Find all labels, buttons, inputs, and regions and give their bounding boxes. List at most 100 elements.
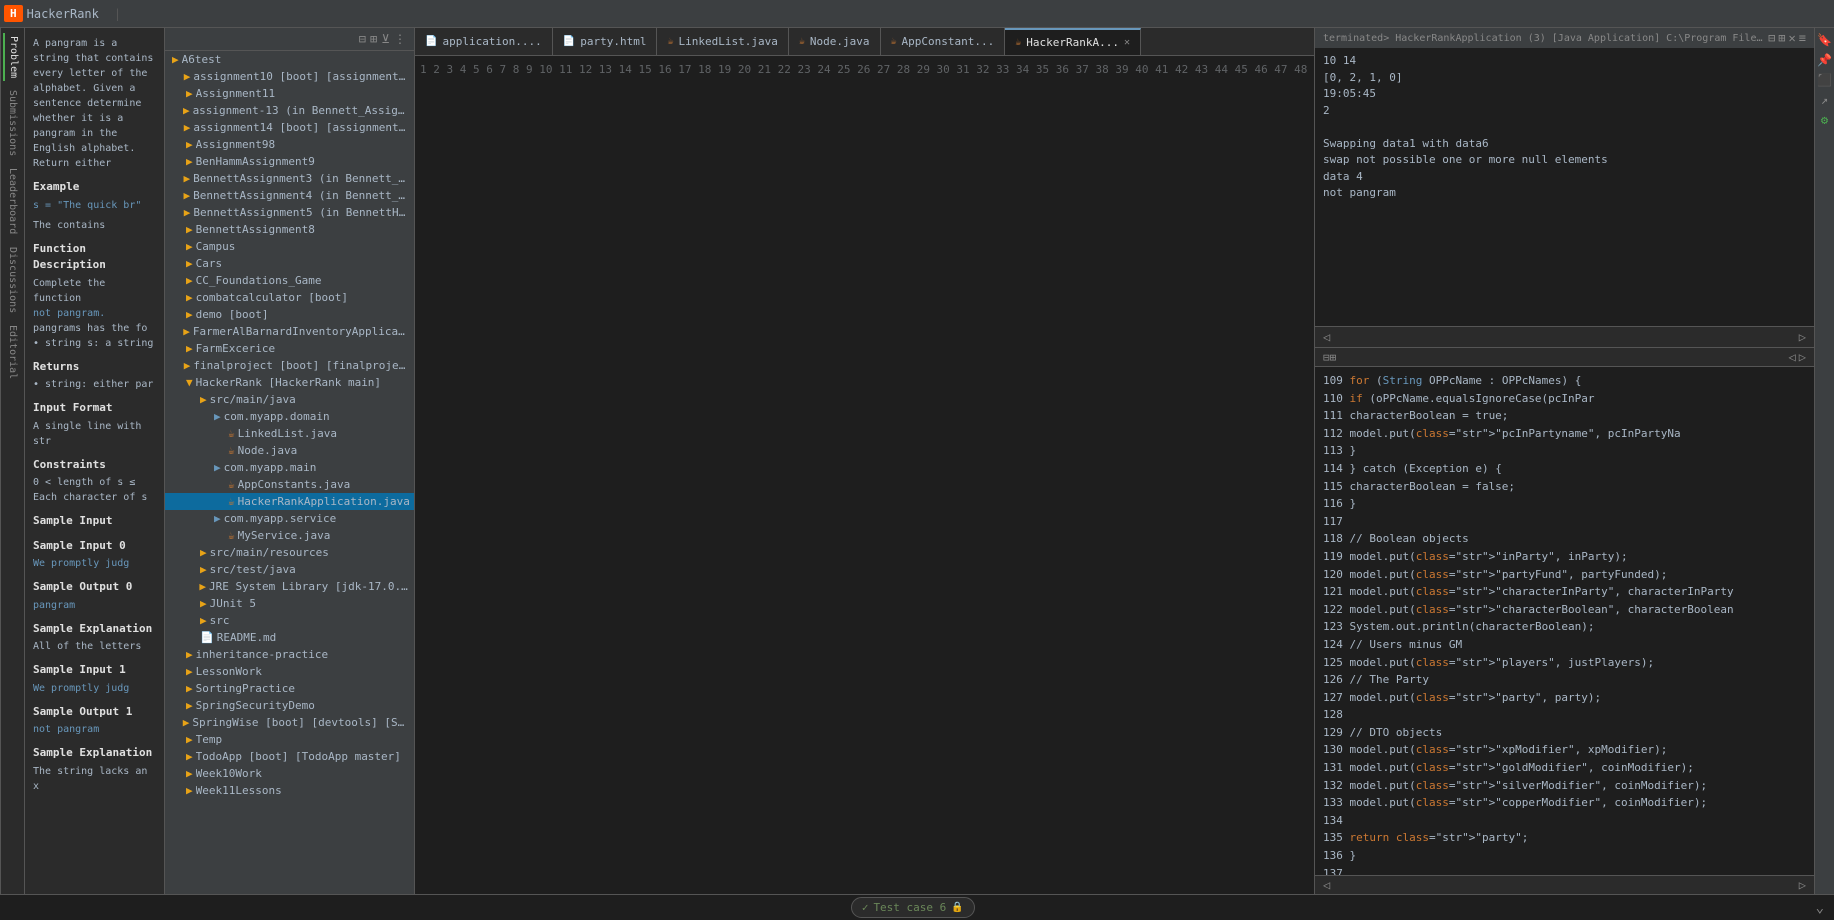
bottom-panel-footer-right[interactable]: ▷ (1799, 878, 1806, 892)
bottom-code-line: 112 model.put(class="str">"pcInPartyname… (1323, 425, 1806, 443)
tree-item[interactable]: ☕ AppConstants.java (165, 476, 414, 493)
console-maximize-icon[interactable]: ⊞ (1778, 31, 1785, 45)
bottom-code-line: 133 model.put(class="str">"copperModifie… (1323, 794, 1806, 812)
tab-linkedlist[interactable]: ☕ LinkedList.java (657, 28, 788, 55)
console-close-icon[interactable]: ✕ (1789, 31, 1796, 45)
expand-all-icon[interactable]: ⊞ (370, 32, 377, 46)
sample-input-1-val: We promptly judg (33, 681, 156, 696)
constraint1: 0 < length of s ≤ (33, 475, 156, 490)
bottom-code-line: 127 model.put(class="str">"party", party… (1323, 689, 1806, 707)
tree-item[interactable]: ▶ src/main/resources (165, 544, 414, 561)
code-bottom-content[interactable]: 109 for (String OPPcName : OPPcNames) {1… (1315, 367, 1814, 875)
tree-item[interactable]: ☕ HackerRankApplication.java (165, 493, 414, 510)
close-tab-icon[interactable]: ✕ (1124, 37, 1130, 48)
tree-item[interactable]: ▶ assignment14 [boot] [assignment14 main… (165, 119, 414, 136)
tree-item[interactable]: ▶ SpringSecurityDemo (165, 697, 414, 714)
tree-item[interactable]: ▶ BenHammAssignment9 (165, 153, 414, 170)
sample-input-label: Sample Input (33, 513, 156, 530)
tree-item[interactable]: ▶ JUnit 5 (165, 595, 414, 612)
tab-appconstants[interactable]: ☕ AppConstant... (881, 28, 1006, 55)
tree-item[interactable]: ▶ FarmExcerice (165, 340, 414, 357)
more-icon[interactable]: ⋮ (394, 32, 406, 46)
tree-item[interactable]: ▶ A6test (165, 51, 414, 68)
tree-item[interactable]: ▶ BennettAssignment3 (in Bennett_Assignm… (165, 170, 414, 187)
sidebar-item-discussions[interactable]: Discussions (4, 244, 21, 316)
tree-item[interactable]: ☕ Node.java (165, 442, 414, 459)
tree-item[interactable]: ▶ Week10Work (165, 765, 414, 782)
tree-item[interactable]: ▶ src (165, 612, 414, 629)
tree-item[interactable]: ▶ Week11Lessons (165, 782, 414, 799)
tree-item[interactable]: ▶ Temp (165, 731, 414, 748)
bottom-scroll-right[interactable]: ▷ (1799, 350, 1806, 364)
constraint2: Each character of s (33, 490, 156, 505)
sidebar-item-leaderboard[interactable]: Leaderboard (4, 165, 21, 237)
terminal-icon[interactable]: ⬛ (1817, 73, 1832, 87)
tree-item[interactable]: 📄 README.md (165, 629, 414, 646)
not-pangram: not pangram. (33, 306, 156, 321)
sample-output-label: Sample Output 0 (33, 579, 156, 596)
bottom-code-line: 122 model.put(class="str">"characterBool… (1323, 601, 1806, 619)
sidebar-item-problem[interactable]: Problem (3, 33, 22, 81)
returns-label: Returns (33, 359, 156, 376)
example-label: Example (33, 179, 156, 196)
bottom-code-line: 119 model.put(class="str">"inParty", inP… (1323, 548, 1806, 566)
test-case-badge[interactable]: ✓ Test case 6 🔒 (851, 897, 975, 918)
tree-item[interactable]: ▶ Assignment11 (165, 85, 414, 102)
tab-hackerrank-active[interactable]: ☕ HackerRankA... ✕ (1005, 28, 1141, 55)
collapse-all-icon[interactable]: ⊟ (359, 32, 366, 46)
sidebar-item-submissions[interactable]: Submissions (4, 87, 21, 159)
tree-item[interactable]: ▶ src/main/java (165, 391, 414, 408)
tree-item[interactable]: ▶ BennettAssignment8 (165, 221, 414, 238)
tab-party-html[interactable]: 📄 party.html (553, 28, 658, 55)
bottom-code-line: 126 // The Party (1323, 671, 1806, 689)
tree-item[interactable]: ▶ CC_Foundations_Game (165, 272, 414, 289)
tree-item[interactable]: ▶ com.myapp.main (165, 459, 414, 476)
console-bottom-icon-left[interactable]: ◁ (1323, 330, 1330, 344)
tree-item[interactable]: ▶ demo [boot] (165, 306, 414, 323)
tree-item[interactable]: ▶ com.myapp.service (165, 510, 414, 527)
tree-item[interactable]: ▶ SortingPractice (165, 680, 414, 697)
tree-item[interactable]: ▶ FarmerAlBarnardInventoryApplication (i… (165, 323, 414, 340)
tree-item[interactable]: ▶ finalproject [boot] [finalproject main… (165, 357, 414, 374)
console-minimize-icon[interactable]: ⊟ (1768, 31, 1775, 45)
bottom-expand-icon[interactable]: ⌄ (1816, 900, 1824, 916)
tree-item[interactable]: ▶ assignment10 [boot] [assignment10 main… (165, 68, 414, 85)
bookmark-icon[interactable]: 🔖 (1817, 33, 1832, 47)
console-more-icon[interactable]: ≡ (1799, 31, 1806, 45)
tab-application[interactable]: 📄 application.... (415, 28, 553, 55)
bottom-panel-footer-left[interactable]: ◁ (1323, 878, 1330, 892)
tree-item[interactable]: ▶ inheritance-practice (165, 646, 414, 663)
top-bar: H HackerRank | (0, 0, 1834, 28)
bottom-scroll-left[interactable]: ◁ (1789, 350, 1796, 364)
tree-item[interactable]: ▶ BennettAssignment4 (in Bennett_Assignm… (165, 187, 414, 204)
tree-item[interactable]: ▶ assignment-13 (in Bennett_Assignment13… (165, 102, 414, 119)
app-logo: H (4, 5, 23, 22)
tree-item[interactable]: ▼ HackerRank [HackerRank main] (165, 374, 414, 391)
arrow-icon[interactable]: ↗ (1821, 93, 1828, 107)
tree-item[interactable]: ☕ MyService.java (165, 527, 414, 544)
tree-item[interactable]: ☕ LinkedList.java (165, 425, 414, 442)
tree-item[interactable]: ▶ Assignment98 (165, 136, 414, 153)
returns-val: • string: either par (33, 377, 156, 392)
tab-node[interactable]: ☕ Node.java (789, 28, 881, 55)
sidebar-item-editorial[interactable]: Editorial (4, 322, 21, 382)
app-brand: HackerRank (27, 7, 99, 21)
bottom-code-line: 118 // Boolean objects (1323, 530, 1806, 548)
tree-item[interactable]: ▶ Cars (165, 255, 414, 272)
tree-item[interactable]: ▶ com.myapp.domain (165, 408, 414, 425)
file-tree-toolbar: ⊟ ⊞ ⊻ ⋮ (359, 32, 406, 46)
tree-item[interactable]: ▶ combatcalculator [boot] (165, 289, 414, 306)
tree-item[interactable]: ▶ LessonWork (165, 663, 414, 680)
console-bottom-icon-right[interactable]: ▷ (1799, 330, 1806, 344)
gear-icon[interactable]: ⚙ (1821, 113, 1828, 127)
tree-item[interactable]: ▶ BennettAssignment5 (in BennettH_Assign… (165, 204, 414, 221)
bottom-code-line: 134 (1323, 812, 1806, 830)
tree-item[interactable]: ▶ JRE System Library [jdk-17.0.5] (165, 578, 414, 595)
pin-icon[interactable]: 📌 (1817, 53, 1832, 67)
test-case-bar: ✓ Test case 6 🔒 (10, 897, 1816, 918)
tree-item[interactable]: ▶ src/test/java (165, 561, 414, 578)
tree-item[interactable]: ▶ SpringWise [boot] [devtools] [SpringWi… (165, 714, 414, 731)
filter-icon[interactable]: ⊻ (381, 32, 390, 46)
tree-item[interactable]: ▶ Campus (165, 238, 414, 255)
tree-item[interactable]: ▶ TodoApp [boot] [TodoApp master] (165, 748, 414, 765)
